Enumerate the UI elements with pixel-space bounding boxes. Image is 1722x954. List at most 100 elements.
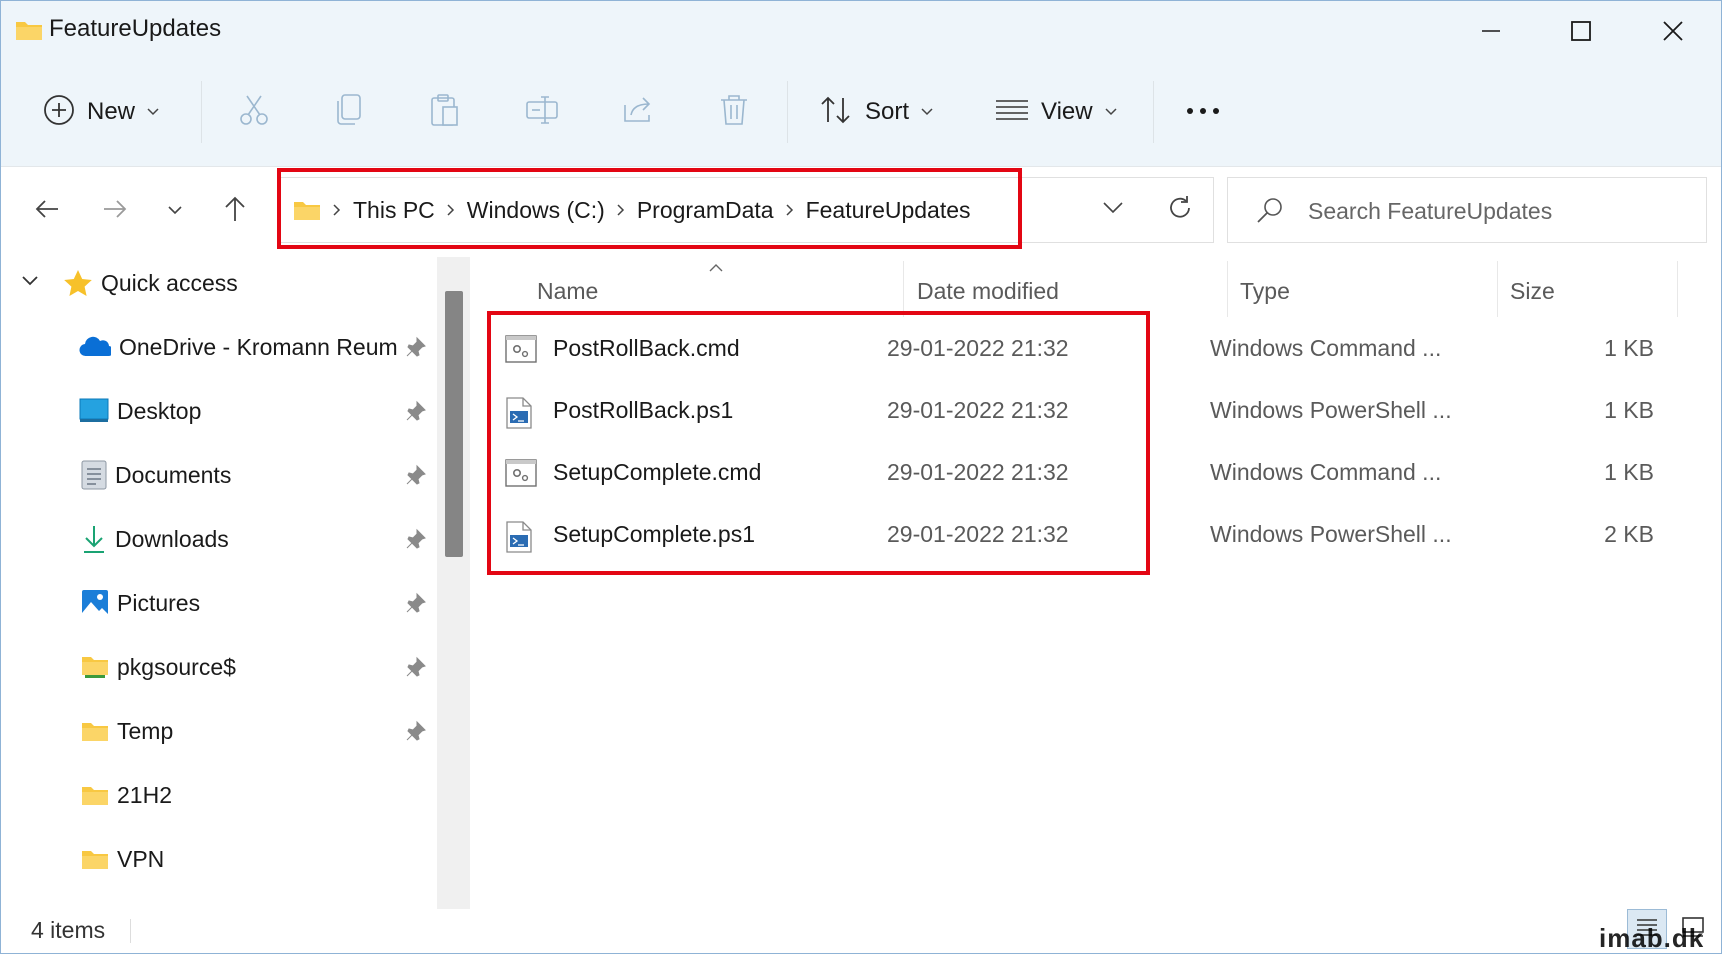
toolbar-divider bbox=[1153, 81, 1154, 143]
pictures-icon bbox=[81, 589, 109, 617]
column-header-date[interactable]: Date modified bbox=[917, 271, 1059, 311]
column-divider[interactable] bbox=[1497, 261, 1498, 317]
sidebar-item-quick-access[interactable]: Quick access bbox=[21, 257, 238, 309]
sidebar-item-label: VPN bbox=[117, 845, 165, 872]
sidebar-item-label: Temp bbox=[117, 717, 174, 744]
copy-icon bbox=[334, 93, 364, 132]
pin-icon bbox=[405, 321, 429, 373]
file-list: Name Date modified Type Size PostRollBac… bbox=[471, 257, 1721, 909]
sidebar-item-onedrive[interactable]: OneDrive - Kromann Reum bbox=[79, 321, 398, 373]
sidebar-item-downloads[interactable]: Downloads bbox=[81, 513, 229, 565]
minimize-button[interactable] bbox=[1445, 1, 1537, 61]
sort-label: Sort bbox=[865, 98, 910, 125]
sidebar-scrollbar[interactable] bbox=[437, 257, 470, 909]
downloads-icon bbox=[81, 524, 107, 554]
sort-button[interactable]: Sort bbox=[819, 87, 933, 137]
paste-icon bbox=[429, 93, 461, 132]
column-header-size[interactable]: Size bbox=[1510, 271, 1555, 311]
sidebar-item-vpn[interactable]: VPN bbox=[81, 833, 164, 885]
toolbar-divider bbox=[787, 81, 788, 143]
rename-button[interactable] bbox=[525, 87, 559, 137]
table-row[interactable]: SetupComplete.ps1 29-01-2022 21:32 Windo… bbox=[499, 507, 1699, 565]
recent-locations-button[interactable] bbox=[153, 189, 197, 233]
share-button[interactable] bbox=[621, 87, 655, 137]
chevron-down-icon bbox=[1103, 201, 1123, 219]
pin-icon bbox=[405, 385, 429, 437]
pin-icon bbox=[405, 705, 429, 757]
paste-button[interactable] bbox=[429, 87, 461, 137]
file-size: 1 KB bbox=[1604, 397, 1654, 423]
status-divider bbox=[130, 919, 131, 943]
desktop-icon bbox=[79, 398, 109, 424]
sidebar-item-pkgsource[interactable]: pkgsource$ bbox=[81, 641, 236, 693]
folder-icon bbox=[293, 199, 321, 221]
maximize-button[interactable] bbox=[1535, 1, 1627, 61]
close-button[interactable] bbox=[1627, 1, 1719, 61]
file-size: 1 KB bbox=[1604, 459, 1654, 485]
column-divider[interactable] bbox=[1677, 261, 1678, 317]
column-divider[interactable] bbox=[1227, 261, 1228, 317]
pin-icon bbox=[405, 449, 429, 501]
refresh-icon bbox=[1167, 195, 1193, 226]
column-divider[interactable] bbox=[903, 261, 904, 317]
network-folder-icon bbox=[81, 654, 109, 680]
sidebar-item-pictures[interactable]: Pictures bbox=[81, 577, 200, 629]
file-date: 29-01-2022 21:32 bbox=[887, 335, 1069, 361]
toolbar-divider bbox=[201, 81, 202, 143]
forward-button[interactable] bbox=[93, 189, 137, 233]
sidebar-item-label: Quick access bbox=[101, 269, 238, 296]
sidebar-item-temp[interactable]: Temp bbox=[81, 705, 173, 757]
file-type: Windows PowerShell ... bbox=[1210, 521, 1452, 547]
breadcrumb-item[interactable]: This PC bbox=[353, 197, 435, 224]
file-name: SetupComplete.ps1 bbox=[553, 521, 756, 547]
file-name: PostRollBack.cmd bbox=[553, 335, 740, 361]
delete-button[interactable] bbox=[718, 87, 750, 137]
pin-icon bbox=[405, 577, 429, 629]
search-box[interactable]: Search FeatureUpdates bbox=[1227, 177, 1707, 243]
watermark: imab.dk bbox=[1599, 923, 1705, 953]
breadcrumb-item[interactable]: Windows (C:) bbox=[467, 197, 605, 224]
sidebar-item-21h2[interactable]: 21H2 bbox=[81, 769, 172, 821]
sidebar-item-desktop[interactable]: Desktop bbox=[79, 385, 201, 437]
search-placeholder: Search FeatureUpdates bbox=[1308, 198, 1553, 224]
file-type: Windows Command ... bbox=[1210, 335, 1442, 361]
arrow-right-icon bbox=[103, 199, 127, 224]
column-header-type[interactable]: Type bbox=[1240, 271, 1290, 311]
sidebar-item-label: pkgsource$ bbox=[117, 653, 236, 680]
table-row[interactable]: PostRollBack.ps1 29-01-2022 21:32 Window… bbox=[499, 383, 1699, 441]
sidebar-item-documents[interactable]: Documents bbox=[81, 449, 231, 501]
file-name: PostRollBack.ps1 bbox=[553, 397, 734, 423]
column-header-name[interactable]: Name bbox=[537, 271, 598, 311]
more-options-button[interactable] bbox=[1185, 87, 1221, 137]
back-button[interactable] bbox=[25, 189, 69, 233]
refresh-button[interactable] bbox=[1158, 188, 1202, 232]
up-button[interactable] bbox=[213, 189, 257, 233]
new-button[interactable]: New bbox=[43, 87, 159, 137]
command-bar: New Sort View bbox=[1, 61, 1721, 167]
share-icon bbox=[621, 93, 655, 132]
file-name: SetupComplete.cmd bbox=[553, 459, 762, 485]
address-history-button[interactable] bbox=[1091, 188, 1135, 232]
view-button[interactable]: View bbox=[995, 87, 1117, 137]
table-row[interactable]: SetupComplete.cmd 29-01-2022 21:32 Windo… bbox=[499, 445, 1699, 503]
chevron-right-icon bbox=[617, 204, 625, 216]
scrollbar-thumb[interactable] bbox=[445, 291, 463, 557]
table-row[interactable]: PostRollBack.cmd 29-01-2022 21:32 Window… bbox=[499, 321, 1699, 379]
title-bar: FeatureUpdates bbox=[1, 1, 1721, 61]
sidebar-item-label: Documents bbox=[115, 461, 232, 488]
chevron-down-icon bbox=[21, 274, 39, 292]
address-bar[interactable]: This PC Windows (C:) ProgramData Feature… bbox=[280, 177, 1214, 243]
copy-button[interactable] bbox=[334, 87, 364, 137]
window-title: FeatureUpdates bbox=[49, 15, 222, 42]
chevron-right-icon bbox=[786, 204, 794, 216]
cmd-file-icon bbox=[505, 335, 537, 368]
documents-icon bbox=[81, 460, 107, 490]
sidebar-item-label: 21H2 bbox=[117, 781, 172, 808]
sort-ascending-icon bbox=[709, 259, 723, 277]
cut-button[interactable] bbox=[237, 87, 271, 137]
breadcrumb-item[interactable]: FeatureUpdates bbox=[806, 197, 971, 224]
breadcrumb-item[interactable]: ProgramData bbox=[637, 197, 774, 224]
chevron-down-icon bbox=[168, 202, 182, 220]
delete-icon bbox=[718, 93, 750, 132]
arrow-left-icon bbox=[35, 199, 59, 224]
